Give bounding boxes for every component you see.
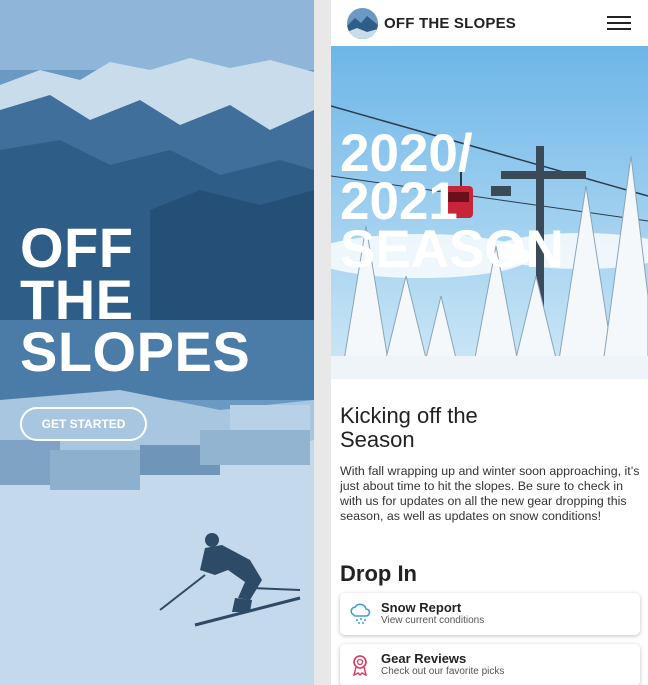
article-body: With fall wrapping up and winter soon ap… (340, 464, 640, 523)
gear-reviews-card[interactable]: Gear Reviews Check out our favorite pick… (340, 644, 640, 685)
get-started-button[interactable]: GET STARTED (20, 407, 147, 441)
landing-screen: OFF THE SLOPES GET STARTED (0, 0, 314, 685)
hero-title-line: SLOPES (20, 320, 251, 383)
season-title-line: 2020/ (340, 124, 473, 183)
season-title-line: 2021 (340, 172, 458, 231)
snow-report-text: Snow Report View current conditions (381, 601, 484, 627)
hero-title-line: OFF (20, 216, 134, 279)
card-subtitle: Check out our favorite picks (381, 666, 505, 677)
top-nav-bar: OFF THE SLOPES (331, 0, 648, 46)
card-title: Snow Report (381, 600, 462, 615)
card-title: Gear Reviews (381, 651, 467, 666)
snow-cloud-icon (350, 603, 371, 624)
gear-reviews-text: Gear Reviews Check out our favorite pick… (381, 652, 504, 678)
snow-report-card[interactable]: Snow Report View current conditions (340, 593, 640, 635)
article-heading: Kicking off the Season (340, 403, 478, 452)
season-banner: 2020/ 2021 SEASON (331, 46, 648, 379)
hero-title-line: THE (20, 268, 134, 331)
hero-title: OFF THE SLOPES (20, 216, 251, 383)
app-screen: OFF THE SLOPES 2020/ 2021 SEASON Kicking… (331, 0, 648, 685)
featured-article: Kicking off the Season With fall wrappin… (340, 404, 640, 524)
drop-in-heading: Drop In (340, 561, 417, 586)
screen-divider (314, 0, 331, 685)
hamburger-menu-icon[interactable] (607, 14, 631, 32)
award-ribbon-icon (353, 655, 367, 676)
season-title-line: SEASON (340, 220, 564, 279)
screens-canvas: OFF THE SLOPES GET STARTED OFF THE SLOPE… (0, 0, 648, 685)
brand-logo-icon[interactable] (347, 7, 378, 39)
card-subtitle: View current conditions (381, 615, 485, 626)
brand-name[interactable]: OFF THE SLOPES (384, 15, 516, 32)
season-title: 2020/ 2021 SEASON (340, 124, 564, 279)
